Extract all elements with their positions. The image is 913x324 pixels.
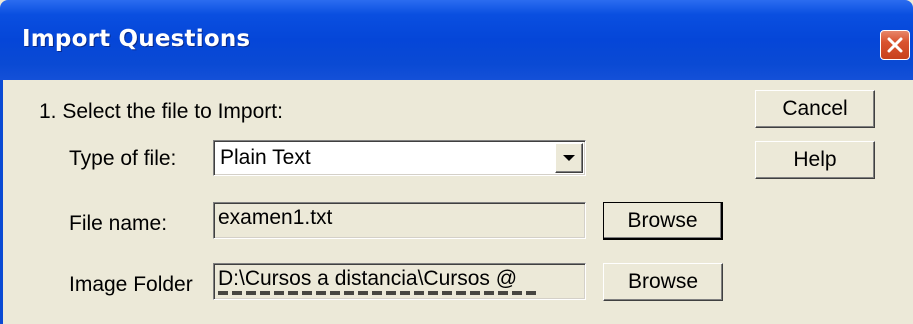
image-folder-browse-label: Browse xyxy=(627,270,699,293)
title-bar[interactable]: Import Questions xyxy=(0,0,913,80)
step-label: 1. Select the file to Import: xyxy=(39,100,283,123)
file-name-label: File name: xyxy=(69,212,168,235)
image-folder-browse-button[interactable]: Browse xyxy=(603,263,723,301)
chevron-down-icon[interactable] xyxy=(555,143,583,173)
file-name-field[interactable]: examen1.txt xyxy=(213,202,586,239)
file-type-selected-value: Plain Text xyxy=(220,146,311,169)
image-folder-field[interactable]: D:\Cursos a distancia\Cursos @ xyxy=(213,263,586,300)
file-name-value: examen1.txt xyxy=(218,206,333,229)
cancel-button-label: Cancel xyxy=(782,97,848,120)
help-button-label: Help xyxy=(793,148,837,171)
image-folder-overflow-line xyxy=(218,291,538,295)
file-type-label: Type of file: xyxy=(69,147,177,170)
file-type-select[interactable]: Plain Text xyxy=(213,140,586,176)
dialog-body: 1. Select the file to Import: Type of fi… xyxy=(0,80,913,324)
file-name-browse-label: Browse xyxy=(627,208,698,232)
close-button[interactable] xyxy=(880,30,910,60)
close-icon xyxy=(887,37,903,53)
help-button[interactable]: Help xyxy=(755,141,875,179)
import-questions-dialog: Import Questions 1. Select the file to I… xyxy=(0,0,913,324)
cancel-button[interactable]: Cancel xyxy=(755,90,875,128)
file-name-browse-button[interactable]: Browse xyxy=(603,202,723,240)
image-folder-label: Image Folder xyxy=(69,273,193,296)
dialog-title: Import Questions xyxy=(22,26,251,52)
image-folder-value: D:\Cursos a distancia\Cursos @ xyxy=(218,267,518,290)
